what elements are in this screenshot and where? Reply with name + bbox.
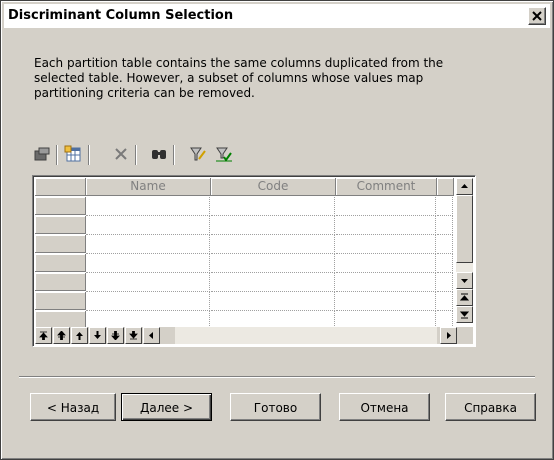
move-down-icon	[94, 331, 101, 339]
grid-toolbar	[31, 143, 261, 167]
filter-button[interactable]	[187, 143, 209, 165]
button-divider	[19, 376, 535, 378]
scroll-left-button[interactable]	[143, 327, 160, 344]
grid-cell	[437, 292, 453, 311]
grid-cell[interactable]	[86, 254, 210, 273]
delete-button[interactable]	[110, 143, 132, 165]
move-down-button[interactable]	[89, 327, 106, 344]
properties-button[interactable]	[31, 143, 53, 165]
move-to-bottom-button[interactable]	[125, 327, 142, 344]
grid-cell	[437, 235, 453, 254]
filter-apply-button[interactable]	[213, 143, 235, 165]
filter-icon	[190, 147, 206, 161]
grid-cell[interactable]	[336, 254, 436, 273]
title-bar: Discriminant Column Selection	[4, 4, 550, 28]
arrow-up-icon	[461, 184, 468, 188]
find-icon	[152, 150, 166, 159]
move-page-down-button[interactable]	[107, 327, 124, 344]
scroll-bottom-icon	[460, 311, 469, 319]
move-page-up-icon	[57, 331, 66, 340]
scroll-down-button[interactable]	[456, 272, 473, 289]
toolbar-separator	[56, 145, 58, 165]
grid-cell[interactable]	[86, 197, 210, 216]
column-header-name[interactable]: Name	[86, 178, 211, 196]
grid-cell[interactable]	[86, 216, 210, 235]
row-header[interactable]	[35, 292, 86, 310]
row-header[interactable]	[35, 235, 86, 253]
dialog-window: Discriminant Column Selection Each parti…	[0, 0, 554, 460]
grid-cell[interactable]	[86, 273, 210, 292]
arrow-down-icon	[461, 279, 468, 283]
scroll-top-button[interactable]	[456, 289, 473, 306]
grid-cell[interactable]	[336, 216, 436, 235]
move-up-icon	[76, 332, 83, 340]
scroll-thumb[interactable]	[456, 195, 473, 263]
window-title: Discriminant Column Selection	[8, 8, 234, 23]
find-button[interactable]	[148, 143, 170, 165]
row-header[interactable]	[35, 197, 86, 215]
scroll-bottom-button[interactable]	[456, 306, 473, 323]
add-columns-button[interactable]	[62, 143, 84, 165]
grid-cell	[437, 197, 453, 216]
scroll-right-button[interactable]	[440, 327, 457, 344]
arrow-left-icon	[149, 332, 153, 339]
properties-icon	[34, 147, 50, 161]
grid-cell[interactable]	[86, 292, 210, 311]
grid-cell[interactable]	[211, 235, 335, 254]
cancel-button[interactable]: Отмена	[339, 393, 430, 421]
move-top-icon	[39, 331, 48, 340]
move-bottom-icon	[129, 331, 138, 340]
column-header-code[interactable]: Code	[211, 178, 336, 196]
add-columns-icon	[64, 145, 81, 162]
move-up-button[interactable]	[71, 327, 88, 344]
back-button[interactable]: < Назад	[30, 393, 116, 421]
filter-apply-icon	[216, 147, 232, 162]
grid-cell	[437, 216, 453, 235]
grid-navigation-bar	[35, 327, 473, 344]
move-page-up-button[interactable]	[53, 327, 70, 344]
arrow-right-icon	[447, 332, 451, 339]
scroll-top-icon	[460, 293, 469, 301]
grid-cell[interactable]	[211, 273, 335, 292]
next-button[interactable]: Далее >	[121, 393, 212, 421]
grid-cell	[437, 254, 453, 273]
row-header[interactable]	[35, 216, 86, 234]
grid-cell[interactable]	[211, 292, 335, 311]
toolbar-separator	[88, 145, 90, 165]
column-header-spacer	[437, 178, 454, 196]
toolbar-separator	[173, 145, 175, 165]
scroll-up-button[interactable]	[456, 178, 473, 195]
toolbar-separator	[135, 145, 137, 165]
vertical-scrollbar[interactable]	[456, 178, 473, 323]
horizontal-scroll-track[interactable]	[175, 327, 437, 344]
description-text: Each partition table contains the same c…	[34, 56, 444, 100]
move-to-top-button[interactable]	[35, 327, 52, 344]
columns-grid[interactable]: Name Code Comment	[32, 175, 476, 347]
finish-button[interactable]: Готово	[230, 393, 321, 421]
row-header[interactable]	[35, 254, 86, 272]
grid-cell[interactable]	[336, 273, 436, 292]
close-icon	[532, 11, 542, 21]
column-header-comment[interactable]: Comment	[336, 178, 437, 196]
grid-cell[interactable]	[336, 197, 436, 216]
row-header[interactable]	[35, 273, 86, 291]
grid-cell[interactable]	[336, 292, 436, 311]
grid-cell[interactable]	[86, 235, 210, 254]
close-button[interactable]	[528, 7, 546, 25]
grid-cell[interactable]	[211, 254, 335, 273]
help-button[interactable]: Справка	[445, 393, 536, 421]
grid-cell[interactable]	[211, 197, 335, 216]
move-page-down-icon	[111, 331, 120, 340]
grid-corner[interactable]	[35, 178, 86, 196]
delete-icon	[115, 148, 127, 160]
grid-cell[interactable]	[336, 235, 436, 254]
grid-cell	[437, 273, 453, 292]
grid-cell[interactable]	[211, 216, 335, 235]
